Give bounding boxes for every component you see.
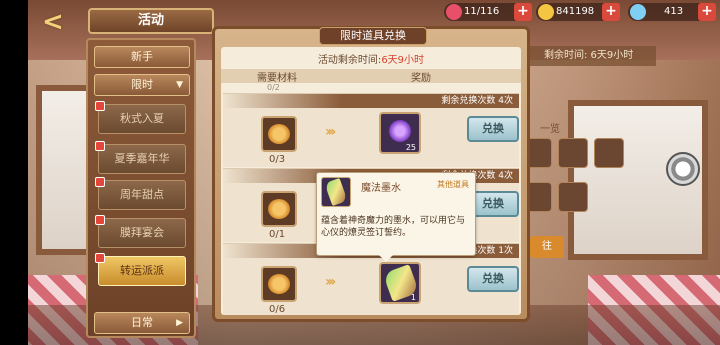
chevron-right-icon: ▶ <box>176 318 183 328</box>
menu-item-2[interactable]: 夏季嘉年华 <box>95 141 186 174</box>
add-stamina-button[interactable]: + <box>514 3 532 21</box>
notification-dot <box>95 253 105 263</box>
bg-go-button: 往 <box>530 236 564 258</box>
tooltip-pointer <box>379 255 393 262</box>
notification-dot <box>95 215 105 225</box>
menu-item-label: 夏季嘉年华 <box>114 152 170 165</box>
gem-value: 413 <box>664 6 684 17</box>
tooltip-item-description: 蕴含着神奇魔力的墨水，可以用它与心仪的燎灵签订誓约。 <box>321 216 466 238</box>
reward-qty: 1 <box>410 293 416 302</box>
menu-item-label: 转运派派 <box>120 264 164 277</box>
item-tooltip: 魔法墨水 其他道具 蕴含着神奇魔力的墨水，可以用它与心仪的燎灵签订誓约。 <box>316 172 476 262</box>
tooltip-item-category: 其他道具 <box>437 180 469 189</box>
material-slot[interactable] <box>261 191 297 227</box>
magic-ink-icon <box>324 177 348 207</box>
purple-orb-icon <box>389 120 411 142</box>
tab-daily-label: 日常 <box>131 316 153 329</box>
tab-limited[interactable]: 限时 ▼ <box>94 74 190 96</box>
bg-list-label: 一览 <box>540 124 560 135</box>
menu-item-3[interactable]: 周年甜点 <box>95 177 186 210</box>
gem-icon <box>630 4 646 20</box>
pie-icon <box>268 124 290 144</box>
col-reward: 奖励 <box>411 73 431 84</box>
bg-remaining-time: 剩余时间: 6天9小时 <box>530 46 656 66</box>
notification-dot <box>95 101 105 111</box>
reward-slot[interactable]: 25 <box>379 112 421 154</box>
touch-cursor-icon <box>666 152 700 186</box>
remaining-count: 剩余兑换次数 4次 <box>223 94 519 108</box>
reward-qty: 25 <box>405 143 416 152</box>
exchange-button[interactable]: 兑换 <box>467 266 519 292</box>
menu-item-label: 周年甜点 <box>120 188 164 201</box>
chevron-down-icon: ▼ <box>176 80 183 90</box>
back-button[interactable]: < <box>42 8 78 36</box>
stamina-value: 11/116 <box>464 6 500 17</box>
menu-item-1[interactable]: 秋式入夏 <box>95 101 186 134</box>
tab-new[interactable]: 新手 <box>94 46 190 68</box>
notification-dot <box>95 141 105 151</box>
bg-item-slot <box>594 138 624 168</box>
exchange-button[interactable]: 兑换 <box>467 116 519 142</box>
exchange-row: 剩余兑换次数 4次 0/3 ››› 25 兑换 <box>223 93 519 167</box>
page-title: 活动 <box>88 8 214 34</box>
tab-daily[interactable]: 日常 ▶ <box>94 312 190 334</box>
bg-item-slot <box>558 138 588 168</box>
heart-icon <box>446 4 462 20</box>
pie-icon <box>268 274 290 294</box>
material-slot[interactable] <box>261 116 297 152</box>
coin-icon <box>538 4 554 20</box>
notification-dot <box>95 177 105 187</box>
menu-item-label: 秋式入夏 <box>120 112 164 125</box>
column-header: 需要材料 奖励 <box>221 69 521 84</box>
bg-item-slot <box>558 182 588 212</box>
menu-item-4[interactable]: 膜拜宴会 <box>95 215 186 248</box>
tooltip-item-name: 魔法墨水 <box>361 183 401 194</box>
event-timer: 活动剩余时间:6天9小时 <box>221 51 521 66</box>
coin-value: 841198 <box>556 6 595 17</box>
stamina-counter: 11/116 + <box>444 3 532 21</box>
timer-label: 活动剩余时间: <box>317 55 382 66</box>
gem-counter: 413 + <box>628 3 716 21</box>
arrow-right-icon: ››› <box>325 274 336 290</box>
tab-limited-label: 限时 <box>131 78 153 91</box>
material-count: 0/6 <box>269 304 286 315</box>
add-gem-button[interactable]: + <box>698 3 716 21</box>
reward-slot[interactable]: 1 <box>379 262 421 304</box>
activity-menu: 新手 限时 ▼ 秋式入夏 夏季嘉年华 周年甜点 膜拜宴会 转运派派 日常 ▶ <box>86 38 196 338</box>
coin-counter: 841198 + <box>536 3 620 21</box>
dialog-title: 限时道具兑换 <box>319 27 427 45</box>
tooltip-item-icon <box>321 177 351 207</box>
col-material: 需要材料 <box>257 73 297 84</box>
material-count: 0/1 <box>269 229 286 240</box>
add-coin-button[interactable]: + <box>602 3 620 21</box>
pie-icon <box>268 199 290 219</box>
screen-edge <box>0 0 28 345</box>
partial-row-count: 0/2 <box>267 83 280 92</box>
menu-item-5[interactable]: 转运派派 <box>95 253 186 286</box>
timer-value: 6天9小时 <box>381 55 425 66</box>
material-count: 0/3 <box>269 154 286 165</box>
arrow-right-icon: ››› <box>325 124 336 140</box>
material-slot[interactable] <box>261 266 297 302</box>
menu-item-label: 膜拜宴会 <box>120 226 164 239</box>
